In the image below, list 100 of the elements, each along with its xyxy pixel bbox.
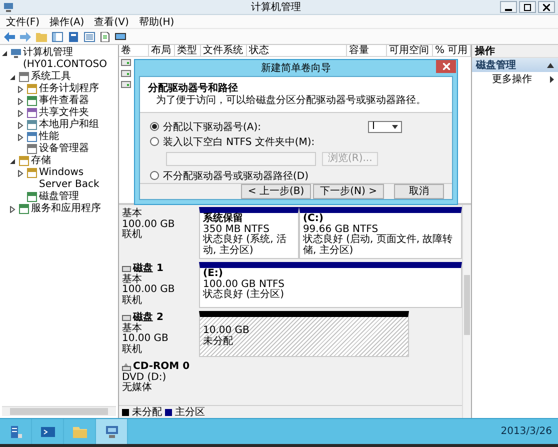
expand-arrow-icon[interactable] bbox=[17, 110, 24, 117]
window-icon bbox=[27, 96, 37, 106]
column-header[interactable]: 文件系统 bbox=[201, 45, 247, 56]
window-icon bbox=[27, 144, 37, 154]
document-icon[interactable] bbox=[100, 32, 110, 42]
tree-item[interactable]: 共享文件夹 bbox=[39, 107, 89, 119]
tree-item[interactable]: 事件查看器 bbox=[39, 95, 89, 107]
tree-item[interactable]: Windows Server Back bbox=[39, 167, 118, 191]
radio-button[interactable] bbox=[150, 137, 159, 146]
partition-name: (E:) bbox=[203, 269, 224, 280]
folder-icon bbox=[72, 424, 86, 438]
disk-type: 基本 bbox=[122, 209, 143, 220]
tree-item[interactable]: 系统工具 bbox=[31, 71, 71, 83]
column-header[interactable]: 类型 bbox=[175, 45, 201, 56]
wizard-description: 为了便于访问，可以给磁盘分区分配驱动器号或驱动器路径。 bbox=[155, 95, 427, 107]
expand-arrow-icon[interactable] bbox=[17, 98, 24, 105]
column-header[interactable]: 状态 bbox=[247, 45, 347, 56]
panel-icon[interactable] bbox=[52, 32, 63, 42]
expand-arrow-icon[interactable] bbox=[9, 206, 16, 213]
disk-type: DVD (D:) bbox=[122, 372, 168, 382]
radio-label[interactable]: 不分配驱动器号或驱动器路径(D) bbox=[163, 168, 309, 182]
wizard-button[interactable]: < 上一步(B) bbox=[240, 184, 312, 199]
disk-status: 联机 bbox=[122, 296, 143, 306]
expand-arrow-icon[interactable] bbox=[17, 86, 24, 93]
list-view-icon[interactable] bbox=[84, 32, 95, 42]
restore-icon bbox=[524, 4, 531, 10]
column-header[interactable]: 可用空间 bbox=[387, 45, 433, 56]
book-icon[interactable] bbox=[68, 32, 79, 42]
window-icon bbox=[19, 72, 29, 82]
expand-arrow-icon[interactable] bbox=[17, 134, 24, 141]
disk-name: CD-ROM 0 bbox=[133, 362, 190, 372]
server-icon bbox=[8, 424, 22, 438]
action-item[interactable]: 更多操作 bbox=[492, 72, 550, 86]
disk-size: 100.00 GB bbox=[122, 285, 176, 295]
tree-item[interactable]: 存储 bbox=[31, 155, 51, 167]
legend-label: 主分区 bbox=[175, 406, 205, 419]
close-icon bbox=[543, 4, 550, 10]
tree-item[interactable]: 设备管理器 bbox=[39, 143, 89, 155]
monitor-icon[interactable] bbox=[115, 32, 126, 42]
window-icon bbox=[27, 108, 37, 118]
column-header[interactable]: 容量 bbox=[347, 45, 387, 56]
wizard-button[interactable]: 取消 bbox=[394, 184, 444, 199]
minimize-button[interactable] bbox=[500, 1, 517, 13]
wizard-button[interactable]: 下一步(N) > bbox=[313, 184, 384, 199]
expand-arrow-icon[interactable] bbox=[17, 170, 24, 177]
expand-arrow-icon[interactable] bbox=[17, 122, 24, 129]
partition-block[interactable]: (E:) 100.00 GB NTFS 状态良好 (主分区) bbox=[199, 262, 462, 308]
menu-item[interactable]: 查看(V) bbox=[94, 14, 129, 28]
expand-arrow-icon[interactable] bbox=[1, 50, 8, 57]
tree-item[interactable]: 磁盘管理 bbox=[39, 191, 79, 203]
wizard-heading: 分配驱动器号和路径 bbox=[148, 82, 239, 94]
scrollbar[interactable] bbox=[462, 205, 471, 418]
radio-button[interactable] bbox=[150, 122, 159, 131]
partition-block[interactable]: 系统保留 350 MB NTFS 状态良好 (系统, 活动, 主分区) bbox=[199, 207, 299, 259]
column-header[interactable]: 卷 bbox=[119, 45, 149, 56]
column-header[interactable]: 布局 bbox=[149, 45, 175, 56]
partition-status: 状态良好 (启动, 页面文件, 故障转储, 主分区) bbox=[302, 235, 454, 256]
partition-name: 系统保留 bbox=[203, 214, 244, 224]
drive-letter-dropdown[interactable]: I bbox=[368, 120, 402, 132]
back-arrow-icon[interactable] bbox=[4, 32, 15, 42]
menu-item[interactable]: 操作(A) bbox=[50, 14, 84, 28]
disc-drive-icon bbox=[122, 363, 131, 372]
drive-icon bbox=[121, 70, 131, 77]
taskbar-button[interactable] bbox=[96, 419, 128, 444]
close-button[interactable] bbox=[538, 1, 555, 13]
radio-label[interactable]: 装入以下空白 NTFS 文件夹中(M): bbox=[163, 134, 315, 148]
expand-arrow-icon[interactable] bbox=[9, 158, 16, 165]
disk-status: 联机 bbox=[122, 230, 143, 240]
radio-button[interactable] bbox=[150, 171, 159, 180]
partition-size: 100.00 GB NTFS bbox=[203, 280, 286, 290]
actions-section[interactable]: 磁盘管理 bbox=[472, 58, 558, 72]
unallocated-space[interactable]: 10.00 GB 未分配 bbox=[199, 311, 410, 357]
computer-icon bbox=[3, 2, 14, 12]
radio-label[interactable]: 分配以下驱动器号(A): bbox=[163, 120, 262, 134]
window-icon bbox=[27, 132, 37, 142]
tree-item[interactable]: 本地用户和组 bbox=[39, 119, 99, 131]
menu-item[interactable]: 文件(F) bbox=[6, 14, 40, 28]
scrollbar[interactable] bbox=[2, 406, 116, 416]
window-icon bbox=[27, 120, 37, 130]
restore-button[interactable] bbox=[519, 1, 536, 13]
section-title: 磁盘管理 bbox=[476, 58, 517, 72]
tree-item[interactable]: 服务和应用程序 bbox=[31, 203, 101, 215]
window-title: 计算机管理 bbox=[250, 2, 301, 13]
window-icon bbox=[27, 84, 37, 94]
window-icon bbox=[27, 192, 37, 202]
tree-item[interactable]: 任务计划程序 bbox=[39, 83, 99, 95]
column-header[interactable]: % 可用 bbox=[433, 45, 471, 56]
disk-name: 磁盘 2 bbox=[133, 313, 164, 323]
terminal-icon bbox=[40, 424, 54, 438]
partition-status: 状态良好 (主分区) bbox=[203, 290, 285, 300]
menu-item[interactable]: 帮助(H) bbox=[138, 14, 174, 28]
computer-icon bbox=[104, 424, 118, 438]
clock-date: 2013/3/26 bbox=[500, 426, 553, 437]
computer-icon bbox=[11, 48, 21, 58]
partition-block[interactable]: (C:) 99.66 GB NTFS 状态良好 (启动, 页面文件, 故障转储, 主分区) bbox=[298, 207, 462, 259]
partition-size: 350 MB NTFS bbox=[203, 224, 270, 234]
tree-item[interactable]: 计算机管理 (HY01.CONTOSO bbox=[23, 47, 118, 71]
window-icon bbox=[19, 204, 29, 214]
tree-item[interactable]: 性能 bbox=[39, 131, 59, 143]
expand-arrow-icon[interactable] bbox=[9, 74, 16, 81]
